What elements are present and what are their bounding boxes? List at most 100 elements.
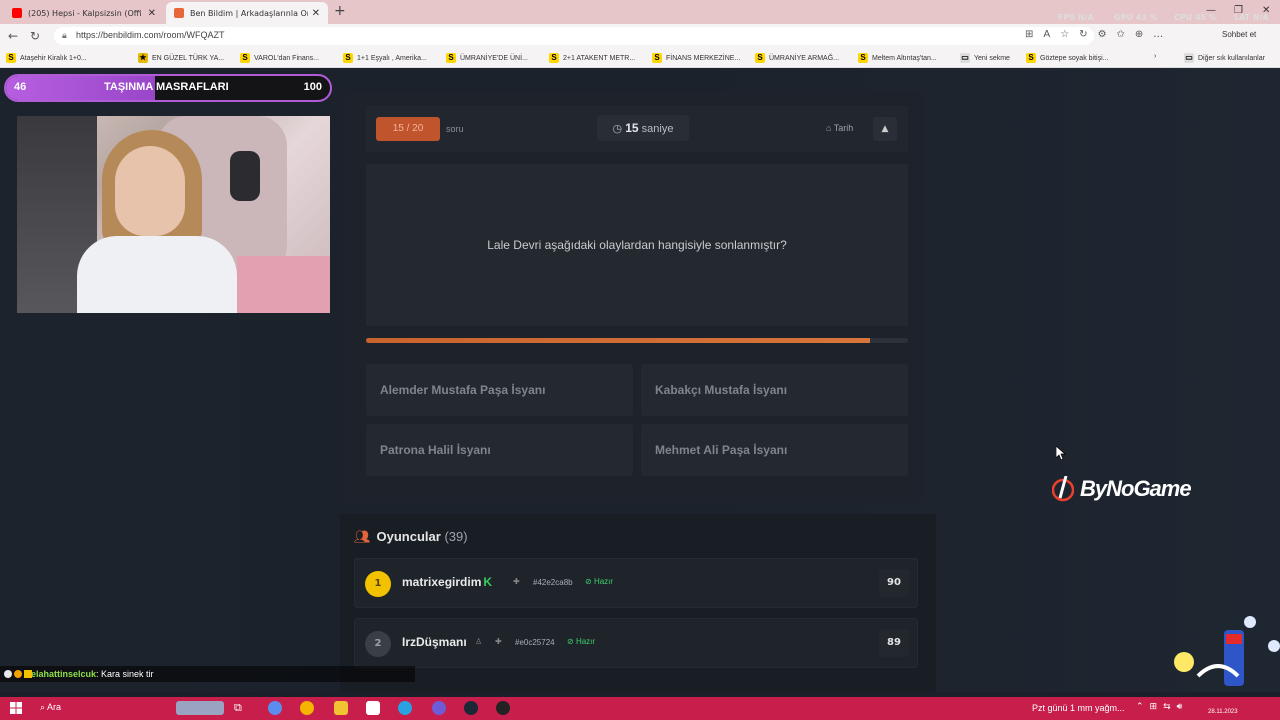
kick-badge-icon: K — [483, 575, 493, 589]
back-icon[interactable]: ← — [8, 29, 18, 43]
answer-option-4[interactable]: Mehmet Ali Paşa İsyanı — [641, 424, 908, 476]
close-icon[interactable]: ✕ — [148, 8, 156, 19]
bookmark-3[interactable]: S 1+1 Eşyalı , Amerika... — [343, 53, 427, 63]
players-title: 👥︎ Oyuncular (39) — [354, 529, 468, 544]
tab-youtube[interactable]: (205) Hepsi - Kalpsizsin (Offi ✕ — [4, 2, 164, 24]
chat-message: selahattinselcuk: Kara sinek tir — [0, 666, 415, 682]
player-row[interactable]: 2 IrzDüşmanı ♙ ✚ #e0c25724 ⊘ Hazır 89 — [354, 618, 918, 668]
url-text: https://benbildim.com/room/WFQAZT — [76, 30, 225, 40]
system-tray-icons[interactable]: ⌃⊞⇆🔊︎ — [1136, 702, 1188, 712]
maximize-icon[interactable]: ❐ — [1234, 5, 1243, 16]
chat-badges-icon — [4, 670, 32, 678]
bookmark-10[interactable]: S Göztepe soyak bitişi... — [1026, 53, 1108, 63]
page-content: 46 TAŞINMA MASRAFLARI 100 15 / 20 soru ◷… — [0, 68, 1280, 692]
close-icon[interactable]: ✕ — [312, 8, 320, 19]
refresh-icon[interactable]: ↻ — [30, 29, 40, 43]
gpu-readout: GPU 43 % — [1114, 13, 1158, 22]
address-bar-row: ← ↻ 🔒︎ https://benbildim.com/room/WFQAZT… — [0, 24, 1280, 48]
bookmark-6[interactable]: S FİNANS MERKEZİNE... — [652, 53, 740, 63]
player-score: 90 — [879, 569, 909, 597]
player-score: 89 — [879, 629, 909, 657]
minimize-icon[interactable]: — — [1206, 5, 1216, 16]
timer: ◷ 15 saniye — [597, 115, 689, 141]
rank-badge: 2 — [365, 631, 391, 657]
goal-current: 46 — [14, 81, 27, 93]
bookmark-5[interactable]: S 2+1 ATAKENT METR... — [549, 53, 635, 63]
tab-benbildim[interactable]: Ben Bildim | Arkadaşlarınla Online ✕ — [166, 2, 328, 24]
answer-option-1[interactable]: Alemder Mustafa Paşa İsyanı — [366, 364, 633, 416]
player-id: #e0c25724 — [515, 638, 555, 647]
tag-icon: ⌂ — [826, 123, 834, 133]
clock-icon: ◷ — [612, 123, 623, 135]
caret-up-icon: ▲ — [881, 124, 889, 134]
time-progress-bar — [366, 338, 908, 343]
file-explorer-icon[interactable] — [334, 701, 348, 715]
bookmark-1[interactable]: ★ EN GÜZEL TÜRK YA... — [138, 53, 224, 63]
bookmarks-bar: S Ataşehir Kiralık 1+0... ★ EN GÜZEL TÜRK … — [0, 48, 1280, 68]
mouse-cursor-icon — [1056, 446, 1066, 460]
lock-icon: 🔒︎ — [62, 30, 67, 40]
task-view-icon[interactable]: ⧉ — [234, 701, 248, 715]
player-name: IrzDüşmanı — [402, 635, 467, 649]
chrome-icon[interactable] — [300, 701, 314, 715]
add-friend-icon[interactable]: ✚ — [513, 577, 520, 586]
edge-icon[interactable] — [398, 701, 412, 715]
taskbar-search[interactable]: ⌕ Ara — [40, 702, 61, 713]
chevron-right-icon[interactable]: › — [1154, 53, 1156, 60]
players-count: (39) — [444, 529, 468, 544]
category-tag: ⌂ Tarih — [826, 123, 854, 133]
discord-icon[interactable] — [432, 701, 446, 715]
time-progress-fill — [366, 338, 871, 343]
player-name: matrixegirdim K — [402, 575, 493, 589]
youtube-icon — [12, 8, 22, 18]
answer-option-3[interactable]: Patrona Halil İsyanı — [366, 424, 633, 476]
user-icon: ♙ — [475, 637, 483, 646]
close-window-icon[interactable]: ✕ — [1262, 5, 1270, 16]
rank-badge: 1 — [365, 571, 391, 597]
taskbar-date: 28.11.2023 — [1208, 709, 1238, 715]
player-id: #42e2ca8b — [533, 578, 573, 587]
bookmark-9[interactable]: ▭ Yeni sekme — [960, 53, 1010, 63]
stream-goal-bar: 46 TAŞINMA MASRAFLARI 100 — [4, 74, 332, 102]
question-counter-label: soru — [446, 124, 464, 134]
windows-taskbar: ⌕ Ara ⧉ Pzt günü 1 mm yağm... ⌃⊞⇆🔊︎ 28.1… — [0, 697, 1280, 720]
windows-start-icon[interactable] — [10, 702, 22, 714]
toolbar-icons[interactable]: ⊞A☆↻⚙✩⊕… — [1025, 29, 1173, 40]
chat-username: selahattinselcuk — [26, 669, 97, 679]
fps-readout: FPS N/A — [1058, 13, 1094, 22]
answer-option-2[interactable]: Kabakçı Mustafa İsyanı — [641, 364, 908, 416]
bookmark-7[interactable]: S ÜMRANİYE ARMAĞ... — [755, 53, 839, 63]
steam-icon[interactable] — [464, 701, 478, 715]
bookmark-2[interactable]: S VAROL'dan Finans... — [240, 53, 319, 63]
add-friend-icon[interactable]: ✚ — [495, 637, 502, 646]
bynogame-mark-icon — [1052, 476, 1074, 502]
bookmark-0[interactable]: S Ataşehir Kiralık 1+0... — [6, 53, 87, 63]
taskbar-widget-icon[interactable] — [176, 701, 224, 715]
microphone-icon — [230, 151, 260, 201]
copilot-icon[interactable] — [268, 701, 282, 715]
question-text: Lale Devri aşağıdaki olaylardan hangisiy… — [366, 164, 908, 326]
browser-tab-bar: (205) Hepsi - Kalpsizsin (Offi ✕ Ben Bil… — [0, 0, 1280, 24]
mascot-sticker-icon — [1174, 616, 1280, 686]
bookmark-4[interactable]: S ÜMRANİYE'DE ÜNİ... — [446, 53, 528, 63]
url-field[interactable]: 🔒︎ https://benbildim.com/room/WFQAZT — [54, 27, 1094, 45]
collapse-button[interactable]: ▲ — [873, 117, 897, 141]
new-tab-button[interactable]: + — [334, 3, 346, 19]
chat-text: : Kara sinek tir — [96, 669, 154, 679]
benbildim-icon — [174, 8, 184, 18]
goal-title: TAŞINMA MASRAFLARI — [104, 81, 229, 93]
bynogame-logo: ByNoGame — [1052, 476, 1192, 502]
sohbet-button[interactable]: Sohbet et — [1222, 30, 1256, 39]
ready-status: ⊘ Hazır — [567, 637, 596, 646]
webcam-feed — [17, 116, 330, 313]
weather-widget[interactable]: Pzt günü 1 mm yağm... — [1032, 703, 1125, 713]
question-counter: 15 / 20 — [376, 117, 440, 141]
obs-icon[interactable] — [496, 701, 510, 715]
other-bookmarks[interactable]: ▭ Diğer sık kullanılanlar — [1184, 53, 1265, 63]
timer-unit: saniye — [641, 123, 674, 135]
tab-title: (205) Hepsi - Kalpsizsin (Offi — [28, 8, 142, 18]
bookmark-8[interactable]: S Meltem Altıntaş'tan... — [858, 53, 937, 63]
timer-value: 15 — [625, 121, 639, 135]
store-icon[interactable] — [366, 701, 380, 715]
player-row[interactable]: 1 matrixegirdim K ✚ #42e2ca8b ⊘ Hazır 90 — [354, 558, 918, 608]
